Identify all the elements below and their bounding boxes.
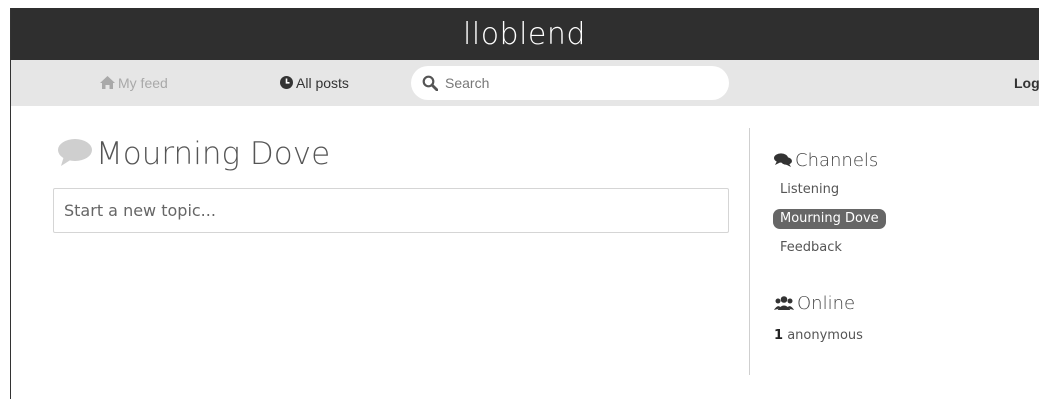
online-count: 1 bbox=[774, 328, 784, 343]
left-edge bbox=[10, 8, 11, 399]
search-box bbox=[411, 66, 729, 100]
users-icon bbox=[774, 294, 794, 315]
channel-link-listening[interactable]: Listening bbox=[780, 182, 839, 197]
online-users: 1 anonymous bbox=[774, 328, 863, 343]
new-topic-box bbox=[53, 188, 729, 233]
comment-icon bbox=[58, 138, 92, 174]
page-title: Mourning Dove bbox=[58, 136, 330, 174]
online-heading-text: Online bbox=[797, 293, 856, 314]
new-topic-input[interactable] bbox=[54, 189, 728, 232]
site-title[interactable]: lloblend bbox=[463, 17, 586, 52]
search-input[interactable] bbox=[445, 66, 715, 100]
online-label: anonymous bbox=[787, 328, 863, 343]
nav-my-feed-label: My feed bbox=[118, 75, 168, 91]
page-title-text: Mourning Dove bbox=[96, 136, 331, 172]
channels-heading: Channels bbox=[774, 150, 878, 172]
site-header: lloblend bbox=[10, 8, 1039, 60]
sidebar-divider bbox=[749, 128, 750, 375]
channels-heading-text: Channels bbox=[795, 150, 879, 171]
nav-all-posts-label: All posts bbox=[296, 75, 349, 91]
search-icon[interactable] bbox=[422, 75, 439, 96]
nav-my-feed[interactable]: My feed bbox=[100, 60, 168, 106]
nav-all-posts[interactable]: All posts bbox=[280, 60, 349, 106]
online-heading: Online bbox=[774, 293, 855, 315]
top-border bbox=[0, 0, 1039, 8]
navbar: My feed All posts Log in bbox=[10, 60, 1039, 106]
home-icon bbox=[100, 61, 115, 107]
comments-icon bbox=[774, 151, 792, 172]
channel-link-feedback[interactable]: Feedback bbox=[780, 240, 842, 255]
clock-icon bbox=[280, 61, 293, 107]
channel-link-mourning-dove[interactable]: Mourning Dove bbox=[773, 209, 886, 229]
login-link[interactable]: Log in bbox=[1014, 60, 1039, 106]
